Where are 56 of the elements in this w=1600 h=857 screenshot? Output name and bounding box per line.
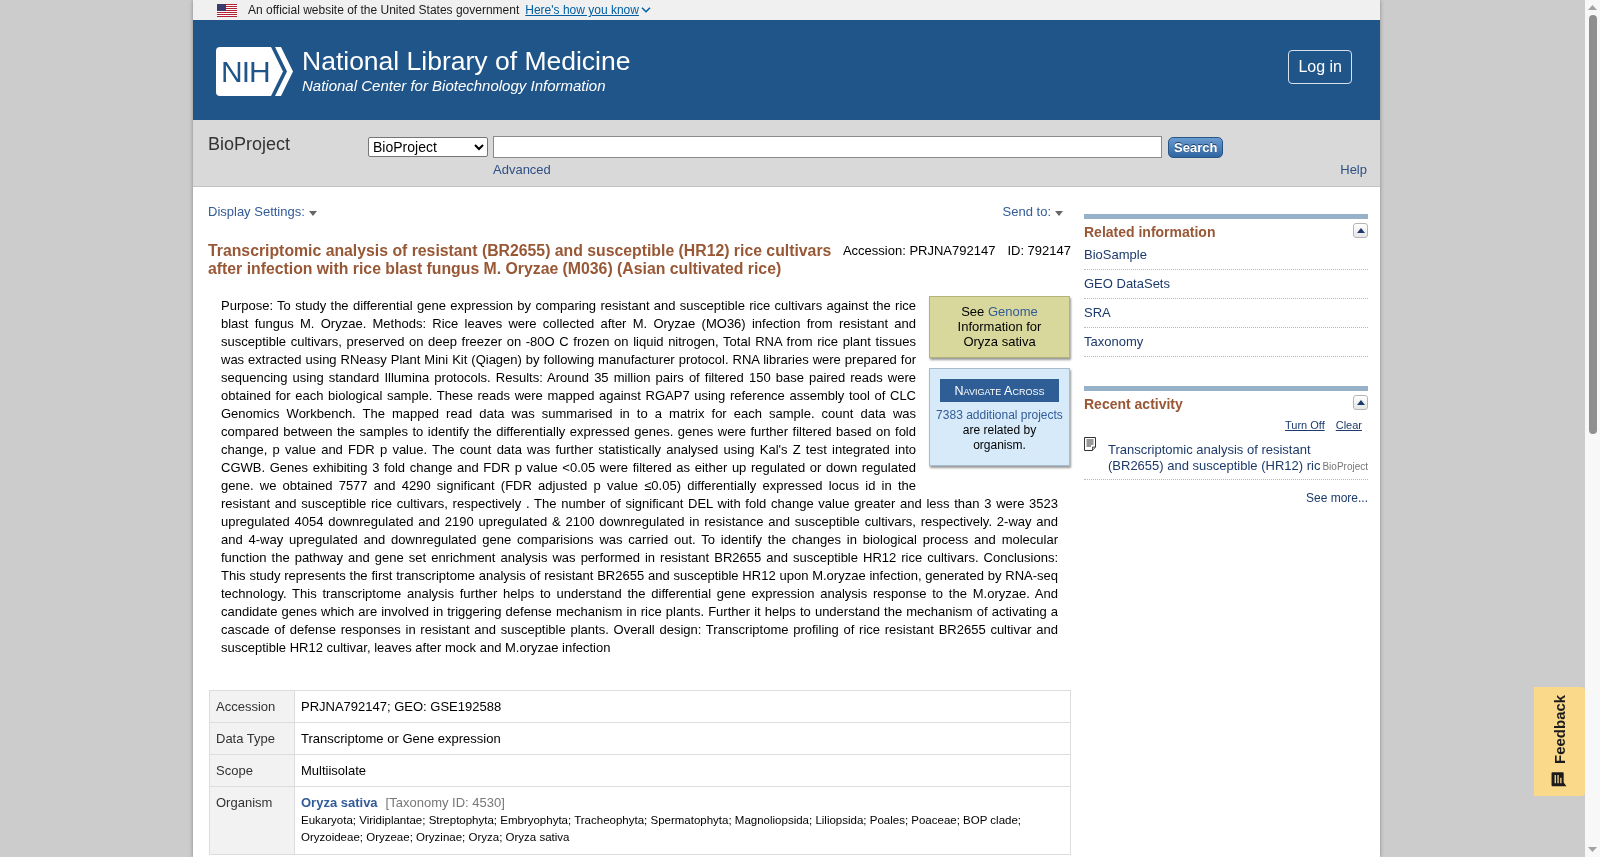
clear-link[interactable]: Clear — [1335, 418, 1362, 432]
scrollbar-thumb[interactable] — [1588, 15, 1597, 434]
field-value: Transcriptome or Gene expression — [294, 722, 1071, 755]
related-projects-link[interactable]: 7383 additional projects — [936, 408, 1063, 422]
arrow-down-icon[interactable] — [1588, 847, 1597, 852]
document-icon — [1084, 437, 1096, 451]
caret-down-icon — [1055, 210, 1063, 216]
send-to-link[interactable]: Send to: — [1002, 204, 1063, 220]
section-heading: Related information — [1084, 223, 1216, 241]
id-text: ID: 792147 — [1007, 243, 1071, 258]
lineage-text: Eukaryota; Viridiplantae; Streptophyta; Embryophyta; Tracheophyta; Spermatophyta; Magnoliopsida; Liliopsida; Poales; Poaceae; BOP clade; Oryzoideae; Oryzeae; Oryzinae; Oryza; Oryza sativa — [301, 813, 1023, 845]
taxonomy-id-text: [Taxonomy ID: 4530] — [385, 795, 505, 810]
database-select[interactable]: BioProject — [368, 137, 488, 157]
chat-bubble-icon — [1551, 770, 1568, 789]
field-value: PRJNA792147; GEO: GSE192588 — [294, 690, 1071, 723]
turn-off-link[interactable]: Turn Off — [1284, 418, 1325, 432]
field-label: Organism — [209, 786, 295, 855]
accession-text: Accession: PRJNA792147 — [842, 243, 996, 258]
section-heading: Recent activity — [1084, 395, 1183, 413]
chevron-down-icon — [640, 7, 651, 13]
field-label: Accession — [209, 690, 295, 723]
collapse-button[interactable] — [1353, 223, 1368, 238]
caret-down-icon — [308, 210, 317, 216]
help-link[interactable]: Help — [1340, 162, 1367, 178]
search-button[interactable]: Search — [1168, 136, 1224, 158]
display-settings-link[interactable]: Display Settings: — [208, 204, 317, 220]
flag-icon — [217, 3, 237, 17]
record-title: Transcriptomic analysis of resistant (BR2655) and susceptible (HR12) rice cultivars after infection with rice blast fungus M. Oryzae (M036) (Asian cultivated rice) — [208, 242, 833, 278]
site-subtitle: National Center for Biotechnology Information — [302, 75, 607, 95]
scrollbar[interactable] — [1585, 0, 1600, 857]
site-title: National Library of Medicine — [302, 45, 631, 76]
related-link[interactable]: BioSample — [1084, 247, 1147, 262]
search-field[interactable] — [493, 136, 1162, 158]
related-link[interactable]: SRA — [1084, 305, 1111, 320]
navigate-across-button[interactable]: Navigate Across — [940, 379, 1059, 402]
field-label: Data Type — [209, 722, 295, 755]
field-label: Scope — [209, 754, 295, 787]
see-more-link[interactable]: See more... — [1305, 491, 1368, 505]
banner-text: An official website of the United States government — [248, 3, 520, 17]
field-value: Multiisolate — [294, 754, 1071, 787]
organism-link[interactable]: Oryza sativa — [301, 795, 378, 810]
how-you-know-link[interactable]: Here's how you know — [525, 3, 651, 17]
advanced-link[interactable]: Advanced — [493, 162, 551, 178]
database-tag: BioProject — [1322, 460, 1368, 474]
related-link[interactable]: GEO DataSets — [1084, 276, 1170, 291]
genome-link[interactable]: Genome — [987, 304, 1038, 319]
recent-item-link[interactable]: Transcriptomic analysis of resistant (BR2655) and susceptible (HR12) ric — [1108, 442, 1322, 474]
login-button[interactable]: Log in — [1288, 49, 1352, 84]
collapse-button[interactable] — [1353, 395, 1368, 410]
project-description: resistant and susceptible rice cultivars, respectively . The number of significant DEL with fold change value greater and less than 3 were 3523 upregulated 4054 downregulated and 2190 upregulated & 2100 downregulated in resistance and susceptible cultivars, respectively. 2-way and and 4-way upregulated and downregulated gene comparisions was carried out. To identify the changes in biological process and molecular function the pathway and gene set enrichment analysis was performed in resistant BR2655 and susceptible HR12 rice cultivars. Conclusions: This study represents the first transcriptome analysis of resistant BR2655 and susceptible HR12 upon M.oryzae infection, generated by RNA-seq technology. This transcriptome analysis further helps to understand the differential gene expression analysis response to the M.oryzae. And candidate genes which are involved in triggering defense mechanism in rice plants. Further it helps to understand the mechanism of activating a cascade of defense responses in resistant and susceptible plants. Overall design: Transcriptome profiling of rice resistant BR2655 cultivar and susceptible HR12 cultivar, leaves after mock and M.oryzae infection — [221, 495, 1058, 657]
feedback-button[interactable]: Feedback — [1534, 687, 1585, 796]
genome-info-text: See Genome Information for Oryza sativa — [956, 304, 1043, 349]
database-title: BioProject — [208, 134, 291, 154]
related-link[interactable]: Taxonomy — [1084, 334, 1144, 349]
related-projects-text: 7383 additional projects are related by organism. — [935, 408, 1064, 453]
arrow-up-icon[interactable] — [1588, 5, 1597, 10]
